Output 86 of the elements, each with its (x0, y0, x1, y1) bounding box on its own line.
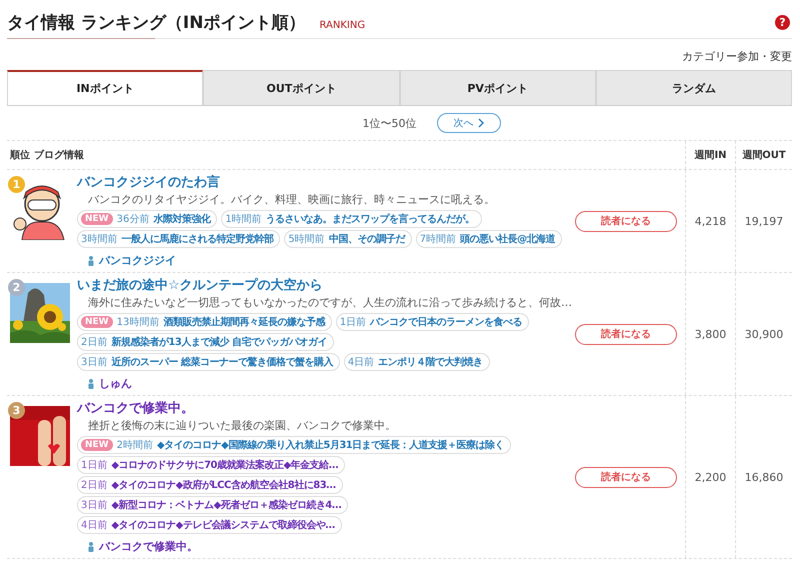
page-subtitle: RANKING (319, 20, 366, 30)
entry-title: バンコクで日本のラーメンを食べる (370, 316, 522, 329)
rank-medal: 3 (8, 402, 25, 419)
entry-age: 1日前 (81, 459, 108, 472)
entry-link[interactable]: 3日前 近所のスーパー 総菜コーナーで驚き価格で蟹を購入 (77, 353, 340, 371)
entry-link[interactable]: 1時間前 うるさいなあ。まだスワップを言ってるんだが。 (221, 210, 482, 228)
entry-title: エンポリ４階で大判焼き (378, 356, 483, 369)
entry-title: 一般人に馬鹿にされる特定野党幹部 (121, 232, 274, 246)
follow-button[interactable]: 読者になる (575, 324, 677, 344)
weekly-out-value: 19,197 (744, 214, 784, 228)
entry-link[interactable]: 4日前 エンポリ４階で大判焼き (344, 353, 490, 371)
column-header: 週間OUT (742, 148, 786, 162)
column-header: 順位 (10, 148, 30, 162)
column-header: 週間IN (694, 148, 727, 162)
page-title: タイ情報 ランキング（INポイント順） (7, 12, 306, 34)
author-link[interactable]: バンコクジジイ (99, 253, 176, 268)
entry-age: 4日前 (81, 519, 108, 532)
blog-title-link[interactable]: バンコクジジイのたわ言 (77, 174, 567, 192)
entry-title: うるさいなあ。まだスワップを言ってるんだが。 (266, 212, 475, 226)
follow-button[interactable]: 読者になる (575, 210, 677, 232)
weekly-in-value: 3,800 (694, 328, 726, 340)
weekly-in-value: 4,218 (694, 214, 726, 228)
weekly-in-value: 2,200 (694, 470, 726, 484)
person-icon (88, 542, 94, 552)
entry-link[interactable]: 7時間前 頭の悪い社長@北海道 (416, 230, 562, 248)
entry-age: 3日前 (81, 356, 108, 369)
entry-title: ◆タイのコロナ◆政府がLCC含め航空会社8社に83… (111, 478, 336, 492)
help-icon[interactable]: ? (775, 14, 790, 30)
entry-title: 水際対策強化 (153, 212, 210, 226)
entry-age: 36分前 (116, 213, 150, 226)
tab[interactable]: PVポイント (400, 70, 596, 105)
entry-title: ◆コロナのドサクサに70歳就業法案改正◆年金支給… (111, 458, 338, 472)
tab[interactable]: INポイント (7, 70, 204, 105)
entry-title: 近所のスーパー 総菜コーナーで驚き価格で蟹を購入 (111, 356, 333, 369)
entry-link[interactable]: NEW 2時間前 ◆タイのコロナ◆国際線の乗り入れ禁止5月31日まで延長：人道支援＋医療は除く (77, 436, 512, 454)
entry-title: ◆新型コロナ：ベトナム◆死者ゼロ＋感染ゼロ続き4… (111, 498, 342, 512)
entry-age: 4日前 (348, 356, 374, 369)
chevron-icon (478, 118, 484, 128)
tab[interactable]: OUTポイント (203, 70, 400, 105)
entry-age: 2日前 (81, 336, 108, 349)
entry-title: 中国、その調子だ (328, 232, 405, 246)
entry-age: 1日前 (340, 316, 366, 329)
entry-link[interactable]: 3日前 ◆新型コロナ：ベトナム◆死者ゼロ＋感染ゼロ続き4… (77, 496, 348, 514)
next-button[interactable]: 次へ (436, 113, 500, 133)
blog-title-link[interactable]: いまだ旅の途中☆クルンテープの大空から (77, 277, 567, 295)
entry-link[interactable]: 3時間前 一般人に馬鹿にされる特定野党幹部 (77, 230, 280, 248)
entry-link[interactable]: 2日前 ◆タイのコロナ◆政府がLCC含め航空会社8社に83… (77, 476, 343, 494)
entry-title: 頭の悪い社長@北海道 (460, 232, 556, 246)
entry-age: 2日前 (81, 479, 108, 492)
entry-age: 3時間前 (81, 232, 118, 246)
blog-description: バンコクのリタイヤジジイ。バイク、料理、映画に旅行、時々ニュースに吼える。 (87, 192, 496, 208)
weekly-out-value: 30,900 (744, 328, 784, 340)
entry-age: 13時間前 (116, 316, 160, 329)
entry-age: 2時間前 (116, 438, 153, 452)
author-link[interactable]: バンコクで修業中。 (99, 539, 198, 554)
entry-title: ◆タイのコロナ◆テレビ会議システムで取締役会や… (111, 518, 335, 532)
follow-button[interactable]: 読者になる (575, 466, 677, 488)
new-badge: NEW (81, 439, 113, 451)
entry-link[interactable]: 1日前 ◆コロナのドサクサに70歳就業法案改正◆年金支給… (77, 456, 346, 474)
entry-link[interactable]: 1日前 バンコクで日本のラーメンを食べる (336, 313, 530, 331)
entry-link[interactable]: NEW 36分前 水際対策強化 (77, 210, 218, 228)
entry-age: 3日前 (81, 499, 108, 512)
entry-age: 5時間前 (288, 232, 325, 246)
weekly-out-value: 16,860 (744, 470, 784, 484)
person-icon (88, 378, 94, 388)
entry-title: 新規感染者が13人まで減少 自宅でパッガパオガイ (111, 335, 327, 349)
person-icon (88, 256, 94, 266)
entry-title: ◆タイのコロナ◆国際線の乗り入れ禁止5月31日まで延長：人道支援＋医療は除く (156, 438, 504, 452)
author-link[interactable]: しゅん (99, 376, 132, 391)
entry-title: 酒類販売禁止期間再々延長の嫌な予感 (163, 316, 325, 329)
entry-link[interactable]: NEW 13時間前 酒類販売禁止期間再々延長の嫌な予感 (77, 313, 332, 331)
entry-age: 7時間前 (420, 232, 456, 246)
entry-link[interactable]: 2日前 新規感染者が13人まで減少 自宅でパッガパオガイ (77, 333, 334, 351)
entry-link[interactable]: 5時間前 中国、その調子だ (284, 230, 412, 248)
entry-link[interactable]: 4日前 ◆タイのコロナ◆テレビ会議システムで取締役会や… (77, 516, 342, 534)
rank-medal: 2 (8, 279, 25, 296)
entry-age: 1時間前 (225, 212, 262, 226)
rank-range: 1位〜50位 (362, 116, 416, 130)
blog-title-link[interactable]: バンコクで修業中。 (77, 400, 567, 418)
column-header: ブログ情報 (34, 148, 84, 162)
category-link[interactable]: カテゴリー参加・変更 (682, 49, 792, 64)
new-badge: NEW (81, 213, 113, 225)
new-badge: NEW (81, 316, 113, 328)
tab[interactable]: ランダム (596, 70, 792, 105)
rank-medal: 1 (8, 176, 25, 193)
blog-description: 挫折と後悔の末に辿りついた最後の楽園、バンコクで修業中。 (87, 418, 397, 434)
